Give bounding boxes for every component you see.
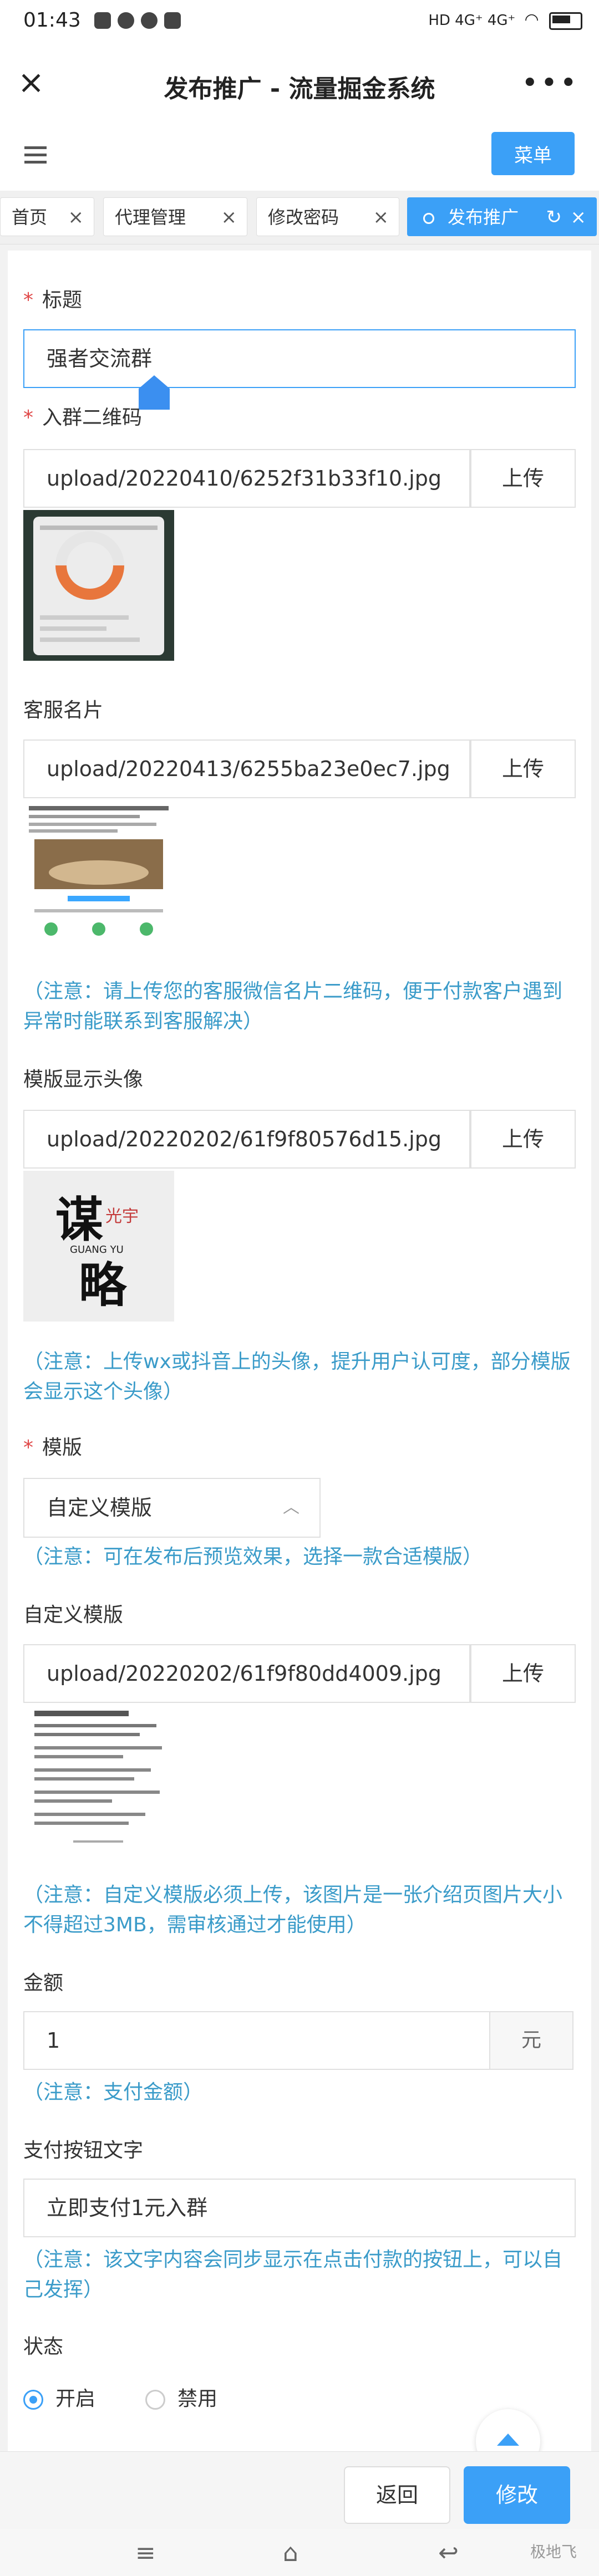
pay-button-text-input[interactable]: 立即支付1元入群 [23,2179,576,2237]
battery-icon [549,12,582,30]
pay-button-text-field-label: 支付按钮文字 [23,2139,144,2162]
pay-button-text-note: （注意：该文字内容会同步显示在点击付款的按钮上，可以自己发挥） [23,2248,563,2301]
avatar-note: （注意：上传wx或抖音上的头像，提升用户认可度，部分模版会显示这个头像） [23,1350,571,1403]
tab-change-password[interactable]: 修改密码 × [256,197,399,236]
tab-label: 代理管理 [115,207,186,228]
status-bar: 01:43 HD 4G⁺ 4G⁺ ◠ [0,0,599,50]
chevron-up-icon: ︿ [283,1498,300,1517]
menu-nav-icon[interactable]: ≡ [135,2539,156,2567]
radio-unchecked-icon [145,2390,165,2410]
refresh-icon[interactable]: ↻ [546,198,562,237]
watermark: 极地飞 [530,2543,577,2561]
status-radio-disabled[interactable]: 禁用 [145,2383,217,2411]
status-on-label: 开启 [55,2388,96,2410]
wifi-icon: ◠ [524,10,539,29]
hamburger-icon[interactable] [24,146,47,168]
system-navigation-bar: ≡ ⌂ ↩ 极地飞 [0,2529,599,2576]
amount-input[interactable]: 1 [23,2011,490,2070]
message-icon [164,12,181,29]
avatar-upload-button[interactable]: 上传 [470,1110,576,1169]
qrcode-upload-button[interactable]: 上传 [470,449,576,508]
template-select-value: 自定义模版 [47,1496,153,1520]
template-select[interactable]: 自定义模版 ︿ [23,1478,321,1538]
more-icon[interactable]: ••• [521,67,579,100]
avatar-field-label: 模版显示头像 [23,1068,144,1091]
custom-template-note: （注意：自定义模版必须上传，该图片是一张介绍页图片大小不得超过3MB，需审核通过… [23,1884,563,1936]
home-nav-icon[interactable]: ⌂ [283,2539,298,2567]
back-nav-icon[interactable]: ↩ [438,2539,459,2567]
tab-label: 首页 [12,207,48,228]
title-input[interactable]: 强者交流群 [23,329,576,388]
qrcode-preview-image[interactable] [23,510,174,661]
status-time: 01:43 [23,9,81,32]
page-title: 发布推广 - 流量掘金系统 [164,75,435,103]
back-button[interactable]: 返回 [344,2466,450,2524]
close-icon[interactable]: × [221,198,237,237]
text-cursor-handle[interactable] [139,375,170,410]
svg-text:GUANG YU: GUANG YU [70,1244,124,1256]
service-card-preview-image[interactable] [23,800,174,951]
svg-text:谋: 谋 [55,1192,103,1248]
status-off-label: 禁用 [177,2388,218,2410]
tab-agent-management[interactable]: 代理管理 × [103,197,247,236]
svg-text:光宇: 光宇 [105,1207,139,1226]
chat-icon [141,12,158,29]
radio-checked-icon [23,2390,43,2410]
service-card-upload-button[interactable]: 上传 [470,739,576,798]
service-card-field-label: 客服名片 [23,699,104,722]
tab-label: 修改密码 [268,207,339,228]
qrcode-path-input[interactable]: upload/20220410/6252f31b33f10.jpg [23,449,470,508]
toolbar: 菜单 [0,119,599,191]
app-notification-icon [94,12,111,29]
tab-publish-promotion[interactable]: 发布推广 ↻ × [407,197,597,236]
custom-template-upload-button[interactable]: 上传 [470,1644,576,1703]
amount-unit: 元 [490,2011,573,2070]
template-note: （注意：可在发布后预览效果，选择一款合适模版） [23,1545,483,1568]
title-field-label: * 标题 [23,289,83,312]
custom-template-preview-image[interactable] [23,1705,174,1856]
menu-button[interactable]: 菜单 [491,132,575,175]
custom-template-path-input[interactable]: upload/20220202/61f9f80dd4009.jpg [23,1644,470,1703]
form-actions: 返回 修改 [0,2451,599,2529]
network-indicator: HD 4G⁺ 4G⁺ ◠ [428,10,582,30]
amount-note: （注意：支付金额） [23,2081,204,2104]
close-icon[interactable]: × [571,198,587,237]
tab-home[interactable]: 首页 × [0,197,94,236]
template-field-label: * 模版 [23,1436,83,1459]
amount-field-label: 金额 [23,1972,64,1995]
svg-text:略: 略 [79,1257,128,1313]
custom-template-field-label: 自定义模版 [23,1604,124,1626]
network-label: HD 4G⁺ 4G⁺ [428,12,516,29]
tab-bar: 首页 × 代理管理 × 修改密码 × 发布推广 ↻ × [0,191,599,244]
avatar-preview-image[interactable]: 谋 光宇 GUANG YU 略 [23,1171,174,1322]
service-card-path-input[interactable]: upload/20220413/6255ba23e0ec7.jpg [23,739,470,798]
close-icon[interactable]: × [373,198,389,237]
qrcode-field-label: * 入群二维码 [23,406,143,429]
submit-button[interactable]: 修改 [464,2466,570,2524]
qq-icon [118,12,134,29]
status-field-label: 状态 [23,2335,64,2358]
avatar-path-input[interactable]: upload/20220202/61f9f80576d15.jpg [23,1110,470,1169]
title-bar: × 发布推广 - 流量掘金系统 ••• [0,50,599,119]
publish-form: * 标题 强者交流群 * 入群二维码 upload/20220410/6252f31… [8,251,591,2451]
status-radio-enabled[interactable]: 开启 [23,2383,95,2411]
service-card-note: （注意：请上传您的客服微信名片二维码，便于付款客户遇到异常时能联系到客服解决） [23,980,563,1033]
tab-label: 发布推广 [448,207,519,228]
active-dot-icon [423,213,434,224]
close-icon[interactable]: × [68,198,84,237]
